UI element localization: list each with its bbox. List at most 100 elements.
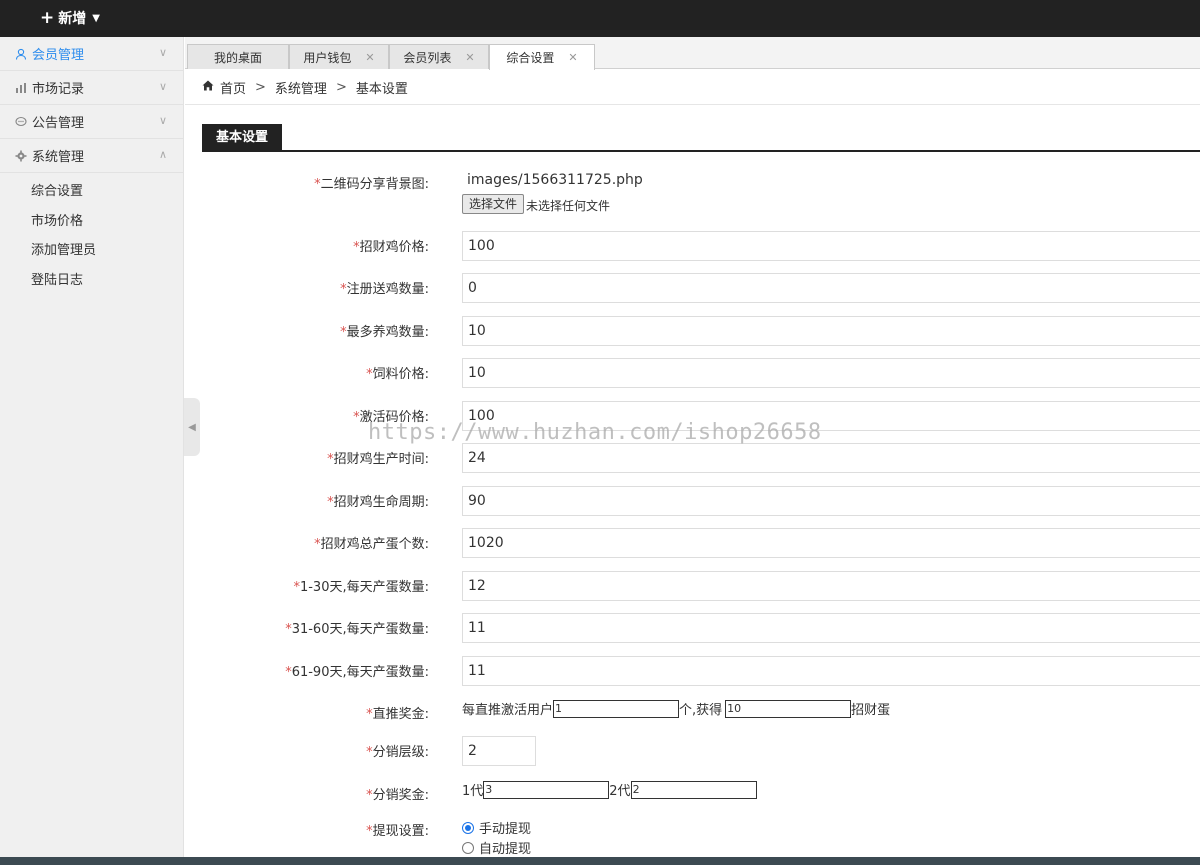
add-new-label: 新增 [58,11,87,27]
sidebar-item-system-management[interactable]: 系统管理 ∧ [0,139,183,173]
field-label: *提现设置: [366,824,429,839]
direct-bonus-suffix: 招财蛋 [851,703,891,718]
section-title[interactable]: 基本设置 [202,124,283,152]
eggs-61-90-input[interactable]: 11 [462,656,1200,686]
field-label: *招财鸡生产时间: [327,452,429,467]
sidebar-subitem-login-log[interactable]: 登陆日志 [0,266,183,296]
add-new-button[interactable]: + 新增 ▼ [40,8,100,28]
file-status-text: 未选择任何文件 [526,199,611,213]
eggs-1-30-input[interactable]: 12 [462,571,1200,601]
chicken-price-input[interactable]: 100 [462,231,1200,261]
gear-icon [14,149,28,163]
chevron-down-icon: ▼ [92,12,100,24]
gen1-bonus-input[interactable]: 3 [483,780,610,799]
breadcrumb-home[interactable]: 首页 [220,78,246,97]
close-icon[interactable]: ✕ [465,51,474,64]
feed-price-input[interactable]: 10 [462,358,1200,388]
direct-bonus-middle: 个,获得 [679,703,723,718]
breadcrumb-current: 基本设置 [355,82,408,97]
chart-icon [14,81,28,95]
chevron-down-icon: ∨ [158,46,167,59]
tab-label: 会员列表 [403,50,452,65]
sidebar-item-member-management[interactable]: 会员管理 ∨ [0,37,183,71]
tab-bar: 我的桌面 用户钱包 ✕ 会员列表 ✕ 综合设置 ✕ [185,37,1200,70]
field-label: *招财鸡生命周期: [327,495,429,510]
choose-file-button[interactable]: 选择文件 [462,194,525,214]
field-label: *分销层级: [366,745,429,760]
radio-checked-icon[interactable] [462,821,474,834]
sidebar-item-label: 系统管理 [32,150,85,165]
tab-member-list[interactable]: 会员列表 ✕ [389,44,489,69]
direct-bonus-line: 每直推激活用户 1 个,获得 10 招财蛋 [462,699,890,718]
breadcrumb-separator: > [255,80,266,95]
sidebar-item-label: 会员管理 [32,48,85,63]
field-label: *招财鸡价格: [353,240,429,255]
field-label: *最多养鸡数量: [340,325,429,340]
section-header: 基本设置 [202,124,1200,152]
message-icon [14,115,28,129]
direct-bonus-eggs-input[interactable]: 10 [725,699,852,718]
withdraw-manual-option[interactable]: 手动提现 [462,818,531,837]
sidebar-subitem-general-settings[interactable]: 综合设置 [0,177,183,207]
tab-label: 综合设置 [506,51,555,65]
sidebar: 会员管理 ∨ 市场记录 ∨ 公告管理 ∨ 系统管理 ∧ 综合设置 市场价格 添加… [0,37,184,857]
sidebar-item-market-records[interactable]: 市场记录 ∨ [0,71,183,105]
close-icon[interactable]: ✕ [365,51,374,64]
chevron-left-icon: ◀ [188,421,196,433]
max-chickens-input[interactable]: 10 [462,316,1200,346]
breadcrumb: 首页 > 系统管理 > 基本设置 [202,78,408,97]
field-label: *分销奖金: [366,788,429,803]
direct-bonus-prefix: 每直推激活用户 [462,703,554,718]
gen2-bonus-input[interactable]: 2 [630,780,757,799]
field-label: *61-90天,每天产蛋数量: [285,665,429,680]
sidebar-item-label: 市场记录 [32,82,85,97]
tab-label: 用户钱包 [303,50,352,65]
withdraw-manual-label: 手动提现 [479,822,532,837]
field-label: *直推奖金: [366,707,429,722]
activation-price-input[interactable]: 100 [462,401,1200,431]
sidebar-collapse-handle[interactable]: ◀ [184,398,200,456]
tab-user-wallet[interactable]: 用户钱包 ✕ [289,44,389,69]
direct-bonus-users-input[interactable]: 1 [553,699,680,718]
qr-background-path: images/1566311725.php [462,166,1200,194]
chevron-down-icon: ∨ [158,80,167,93]
field-label: *二维码分享背景图: [314,177,429,192]
radio-unchecked-icon[interactable] [462,841,474,854]
sidebar-item-announcements[interactable]: 公告管理 ∨ [0,105,183,139]
withdraw-auto-option[interactable]: 自动提现 [462,838,531,857]
production-time-input[interactable]: 24 [462,443,1200,473]
top-bar: + 新增 ▼ [0,0,1200,37]
plus-icon: + [40,7,55,28]
tab-label: 我的桌面 [213,50,262,65]
close-icon[interactable]: ✕ [568,51,577,64]
sidebar-submenu: 综合设置 市场价格 添加管理员 登陆日志 [0,173,183,295]
breadcrumb-separator: > [335,80,347,95]
field-label: *1-30天,每天产蛋数量: [293,580,429,595]
os-taskbar [0,857,1200,865]
gen2-label: 2代 [609,784,631,799]
field-label: *招财鸡总产蛋个数: [314,537,429,552]
register-gift-input[interactable]: 0 [462,273,1200,303]
tab-general-settings[interactable]: 综合设置 ✕ [489,44,595,70]
dist-bonus-line: 1代 3 2代 2 [462,780,757,799]
gen1-label: 1代 [462,784,484,799]
field-label: *注册送鸡数量: [340,282,429,297]
sidebar-item-label: 公告管理 [32,116,85,131]
home-icon [202,80,214,95]
field-label: *饲料价格: [366,367,429,382]
total-eggs-input[interactable]: 1020 [462,528,1200,558]
user-icon [14,47,28,61]
sidebar-subitem-market-price[interactable]: 市场价格 [0,207,183,237]
tab-my-desktop[interactable]: 我的桌面 [187,44,289,69]
breadcrumb-system-management[interactable]: 系统管理 [275,78,327,97]
field-label: *31-60天,每天产蛋数量: [285,622,429,637]
withdraw-auto-label: 自动提现 [479,842,532,857]
field-label: *激活码价格: [353,410,429,425]
divider [185,104,1200,105]
sidebar-subitem-add-admin[interactable]: 添加管理员 [0,236,183,266]
chevron-down-icon: ∨ [158,114,167,127]
life-cycle-input[interactable]: 90 [462,486,1200,516]
chevron-up-icon: ∧ [158,148,167,161]
eggs-31-60-input[interactable]: 11 [462,613,1200,643]
dist-levels-input[interactable]: 2 [462,736,536,766]
